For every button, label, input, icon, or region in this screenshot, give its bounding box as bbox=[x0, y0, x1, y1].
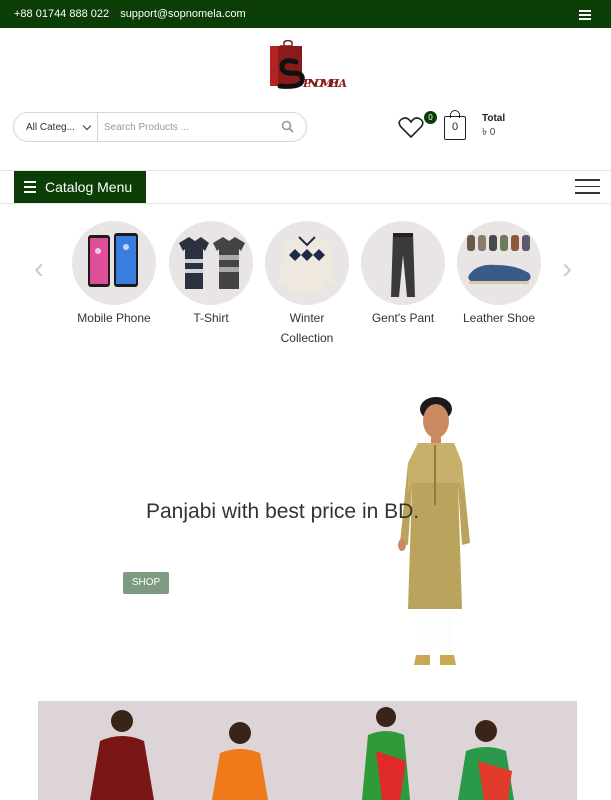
menu-icon bbox=[24, 181, 36, 196]
contact-info: +88 01744 888 022 support@sopnomela.com bbox=[14, 8, 246, 20]
cart-total[interactable]: Total ৳ 0 bbox=[482, 113, 505, 142]
category-item-t-shirt[interactable]: T-Shirt bbox=[161, 221, 261, 328]
heart-icon bbox=[398, 117, 424, 139]
category-label: Mobile Phone bbox=[77, 311, 151, 325]
catalog-menu-label: Catalog Menu bbox=[45, 179, 133, 195]
category-item-mobile-phone[interactable]: Mobile Phone bbox=[64, 221, 164, 328]
category-item-gents-pant[interactable]: Gent's Pant bbox=[353, 221, 453, 328]
pant-image bbox=[361, 221, 445, 305]
panjabi-model-image bbox=[378, 393, 478, 673]
sweater-image bbox=[265, 221, 349, 305]
site-logo[interactable]: PNOMELA bbox=[266, 39, 348, 92]
top-bar: +88 01744 888 022 support@sopnomela.com bbox=[0, 0, 611, 28]
chevron-left-icon[interactable]: ‹ bbox=[34, 252, 44, 286]
catalog-menu-button[interactable]: Catalog Menu bbox=[14, 171, 146, 203]
total-value: ৳ 0 bbox=[482, 127, 496, 138]
wishlist-button[interactable]: 0 bbox=[398, 111, 437, 141]
cart-count: 0 bbox=[451, 121, 459, 133]
category-label: Leather Shoe bbox=[462, 311, 536, 325]
search-bar: All Categ... bbox=[13, 112, 307, 142]
chevron-right-icon[interactable]: › bbox=[562, 252, 572, 286]
shop-button[interactable]: SHOP bbox=[123, 572, 169, 594]
category-item-winter-collection[interactable]: Winter Collection bbox=[257, 221, 357, 348]
category-label: Winter Collection bbox=[280, 311, 334, 345]
category-label: T-Shirt bbox=[193, 311, 229, 325]
category-label: Gent's Pant bbox=[371, 311, 435, 325]
category-select-value: All Categ... bbox=[26, 122, 75, 133]
chevron-down-icon bbox=[82, 121, 92, 131]
wishlist-count-badge: 0 bbox=[424, 111, 437, 124]
divider bbox=[0, 203, 611, 204]
hamburger-icon[interactable] bbox=[579, 10, 591, 22]
mobile-phone-image bbox=[72, 221, 156, 305]
category-select[interactable]: All Categ... bbox=[14, 113, 98, 141]
search-icon[interactable] bbox=[281, 120, 294, 138]
hero-title: Panjabi with best price in BD. bbox=[146, 500, 420, 523]
main-menu-toggle-icon[interactable] bbox=[575, 179, 600, 199]
svg-text:PNOMELA: PNOMELA bbox=[302, 77, 347, 90]
phone-number[interactable]: +88 01744 888 022 bbox=[14, 8, 109, 20]
total-label: Total bbox=[482, 113, 506, 124]
saree-banner-image[interactable] bbox=[38, 701, 577, 800]
t-shirt-image bbox=[169, 221, 253, 305]
shoe-image bbox=[457, 221, 541, 305]
support-email[interactable]: support@sopnomela.com bbox=[120, 8, 246, 20]
cart-button[interactable]: 0 bbox=[444, 110, 466, 140]
category-item-leather-shoe[interactable]: Leather Shoe bbox=[449, 221, 549, 328]
search-input[interactable] bbox=[104, 118, 274, 136]
